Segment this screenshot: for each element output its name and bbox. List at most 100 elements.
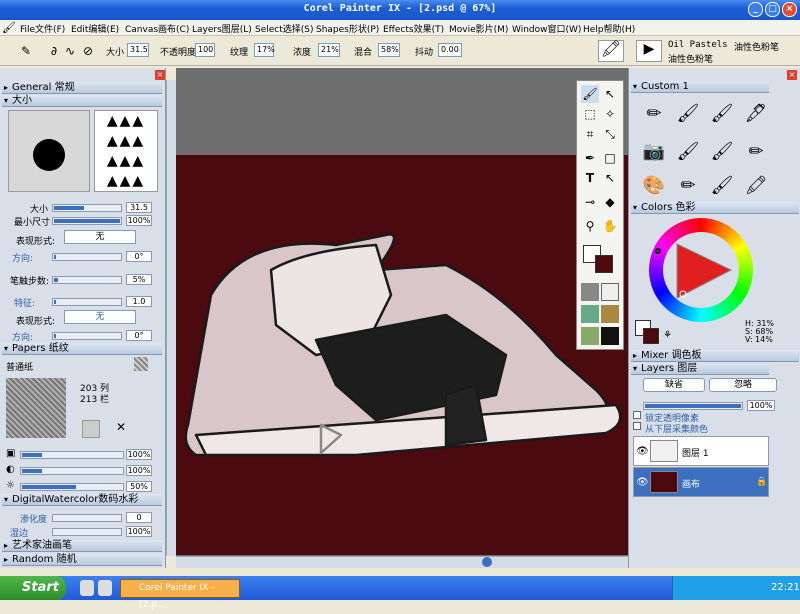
maximize-button[interactable]: □	[765, 2, 780, 17]
spacing-slider[interactable]	[52, 276, 122, 284]
gradient-selector-icon[interactable]	[601, 283, 619, 301]
paper-brightness-value[interactable]: 50%	[126, 481, 152, 492]
blender-brush-icon[interactable]: 🖌	[673, 138, 703, 166]
brush-category-icon[interactable]: 🖍	[598, 40, 624, 62]
minsize-value[interactable]: 100%	[126, 215, 152, 226]
menu-effects[interactable]: Effects效果(T)	[383, 22, 444, 35]
paper-scale-slider[interactable]	[20, 451, 124, 459]
size-field[interactable]: 31.5	[127, 43, 149, 57]
oil-brush-icon[interactable]: 🖋	[741, 100, 771, 128]
composite-depth-dropdown[interactable]: 忽略	[709, 378, 777, 392]
menu-select[interactable]: Select选择(S)	[255, 22, 314, 35]
app-menu-icon[interactable]: 🖌	[2, 21, 16, 34]
color-palette-icon[interactable]: 🎨	[639, 172, 669, 200]
layer-row-canvas[interactable]: 👁 画布 🔒	[633, 467, 769, 497]
menu-movie[interactable]: Movie影片(M)	[449, 22, 508, 35]
watercolor-brush-icon[interactable]: 🖌	[673, 100, 703, 128]
look-selector-icon[interactable]	[601, 327, 619, 345]
jitter-field[interactable]: 0.00	[438, 43, 462, 57]
menu-file[interactable]: File文件(F)	[20, 22, 65, 35]
pattern-selector-icon[interactable]	[581, 305, 599, 323]
preserve-transparency-checkbox[interactable]	[633, 411, 641, 419]
palette-knife-icon[interactable]: 🖌	[707, 138, 737, 166]
feature-value[interactable]: 1.0	[126, 296, 152, 307]
canvas-horizontal-scrollbar[interactable]	[176, 556, 628, 568]
quicklaunch-icon-1[interactable]	[80, 580, 94, 596]
shape-select-icon[interactable]: ↖	[601, 169, 619, 187]
stroke-type-icon[interactable]: ∂	[46, 43, 62, 59]
paper-contrast-value[interactable]: 100%	[126, 465, 152, 476]
edge-value[interactable]: 100%	[126, 526, 152, 537]
start-button[interactable]: Start	[0, 576, 66, 600]
spacing-value[interactable]: 5%	[126, 274, 152, 285]
minimize-button[interactable]: _	[748, 2, 763, 17]
brush-category-name[interactable]: Oil Pastels	[668, 40, 728, 50]
dropper-icon[interactable]: ⊸	[581, 193, 599, 211]
rect-select-icon[interactable]: ⬚	[581, 105, 599, 123]
freehand-icon[interactable]: ∿	[62, 43, 78, 59]
size-section[interactable]: 大小	[2, 95, 162, 107]
pen-icon[interactable]: ✒	[581, 149, 599, 167]
menu-window[interactable]: Window窗口(W)	[512, 22, 581, 35]
paper-direction-icon[interactable]: ✕	[112, 420, 130, 438]
magic-wand-icon[interactable]: ✧	[601, 105, 619, 123]
colors-secondary-swatch[interactable]	[643, 328, 659, 344]
crop-icon[interactable]: ⌗	[581, 125, 599, 143]
custom-palette-section[interactable]: Custom 1	[631, 81, 769, 93]
paper-invert-icon[interactable]	[82, 420, 100, 438]
marker-brush-icon[interactable]: 🖌	[707, 172, 737, 200]
menu-edit[interactable]: Edit编辑(E)	[71, 22, 119, 35]
saturation-value-triangle[interactable]	[663, 232, 739, 308]
colors-section[interactable]: Colors 色彩	[631, 202, 799, 214]
menu-help[interactable]: Help帮助(H)	[583, 22, 635, 35]
scroll-thumb[interactable]	[482, 557, 492, 567]
pastel-brush-icon[interactable]: ✏	[673, 172, 703, 200]
airbrush-icon[interactable]: 📷	[639, 138, 669, 166]
left-panel-close-icon[interactable]: ×	[155, 70, 165, 80]
eye-icon[interactable]: 👁	[636, 477, 649, 488]
color-wheel[interactable]	[649, 218, 753, 322]
brush-variant-name[interactable]: 油性色粉笔	[734, 40, 779, 53]
left-panel-scrollbar[interactable]	[166, 80, 176, 556]
layer-row-1[interactable]: 👁 图层 1	[633, 436, 769, 466]
quicklaunch-icon-2[interactable]	[98, 580, 112, 596]
opacity-field[interactable]: 100	[195, 43, 215, 57]
grain-field[interactable]: 17%	[254, 43, 275, 57]
composite-method-dropdown[interactable]: 缺省	[643, 378, 705, 392]
random-section[interactable]: Random 随机	[2, 554, 162, 566]
magnifier-icon[interactable]: ⚲	[581, 217, 599, 235]
layer-adjuster-icon[interactable]: ↖	[601, 85, 619, 103]
paper-swatch[interactable]	[134, 357, 148, 371]
brush-variant-icon[interactable]: ▶	[636, 40, 662, 62]
direction-value[interactable]: 0°	[126, 251, 152, 262]
weaving-selector-icon[interactable]	[601, 305, 619, 323]
layer-opacity-slider[interactable]	[643, 402, 743, 410]
paint-bucket-icon[interactable]: ◆	[601, 193, 619, 211]
paper-brightness-slider[interactable]	[20, 483, 124, 491]
clone-color-icon[interactable]: ⚘	[663, 330, 672, 341]
hue-ring-marker[interactable]	[655, 248, 661, 254]
grabber-icon[interactable]: ✋	[601, 217, 619, 235]
direction-slider[interactable]	[52, 253, 122, 261]
layer-opacity-value[interactable]: 100%	[747, 400, 775, 411]
artist-oils-section[interactable]: 艺术家油画笔	[2, 540, 162, 552]
taskbar-app-button[interactable]: Corel Painter IX - [2.p...	[120, 579, 240, 610]
acrylic-brush-icon[interactable]: 🖌	[707, 100, 737, 128]
brush-tool-icon[interactable]: ✎	[18, 43, 34, 59]
direction2-slider[interactable]	[52, 332, 122, 340]
pick-up-color-checkbox[interactable]	[633, 422, 641, 430]
close-button[interactable]: ×	[782, 2, 797, 17]
expression2-dropdown[interactable]: 无	[64, 310, 136, 324]
straight-line-icon[interactable]: ⊘	[80, 43, 96, 59]
menu-shapes[interactable]: Shapes形状(P)	[316, 22, 379, 35]
text-icon[interactable]: T	[581, 169, 599, 187]
paper-name[interactable]: 普通纸	[6, 360, 33, 373]
brush-icon[interactable]: 🖌	[581, 85, 599, 103]
size-slider[interactable]	[52, 204, 122, 212]
direction2-value[interactable]: 0°	[126, 330, 152, 341]
resat-field[interactable]: 21%	[318, 43, 340, 57]
wet-slider[interactable]	[52, 514, 122, 522]
mixer-section[interactable]: Mixer 调色板	[631, 350, 799, 362]
dab-profile-grid[interactable]: ▲▲▲ ▲▲▲ ▲▲▲ ▲▲▲	[94, 110, 158, 192]
brush-variant-name-2[interactable]: 油性色粉笔	[668, 52, 713, 65]
